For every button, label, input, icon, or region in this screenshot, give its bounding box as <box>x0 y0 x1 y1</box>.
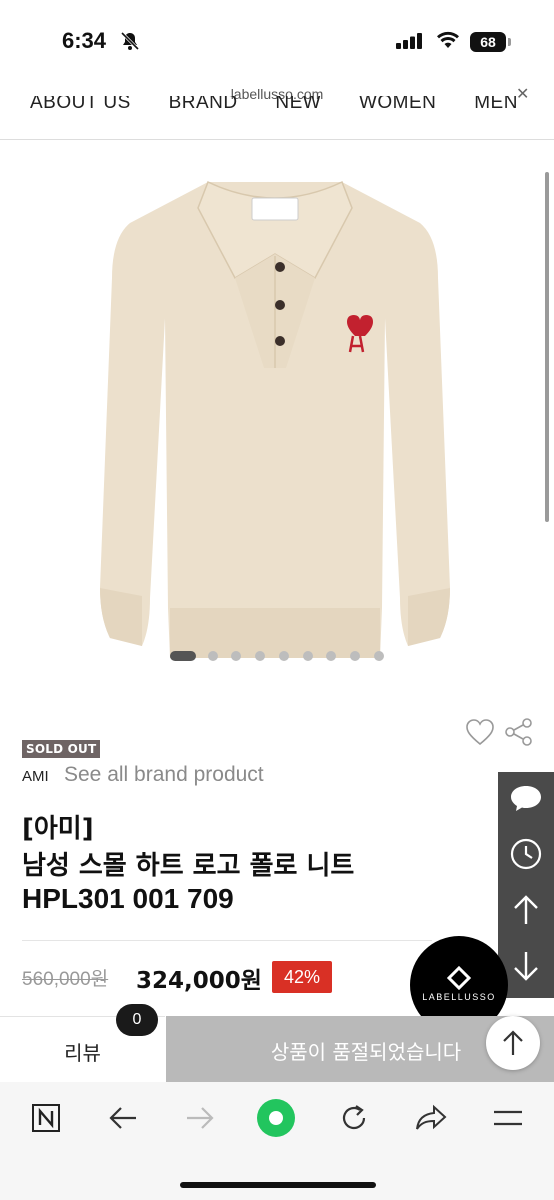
review-count-badge: 0 <box>116 1004 158 1036</box>
nav-divider <box>0 139 554 140</box>
top-nav: ABOUT US BRAND NEW WOMEN MEN K <box>0 96 554 122</box>
product-image[interactable] <box>90 168 460 668</box>
nav-item-men[interactable]: MEN <box>474 96 518 113</box>
info-divider <box>22 940 432 941</box>
status-time: 6:34 <box>62 28 107 53</box>
original-price: 560,000원 <box>22 969 109 990</box>
recent-view-button[interactable] <box>498 828 554 884</box>
gallery-dot-2[interactable] <box>208 651 218 661</box>
gallery-dot-8[interactable] <box>350 651 360 661</box>
product-title-name: 남성 스몰 하트 로고 폴로 니트 <box>22 851 355 881</box>
arrow-right-icon <box>185 1106 215 1134</box>
battery-cap <box>508 38 511 46</box>
review-label: 리뷰 <box>64 1041 101 1065</box>
chat-button[interactable] <box>498 772 554 828</box>
gallery-dot-9[interactable] <box>374 651 384 661</box>
product-title-brand: [아미] <box>22 814 94 844</box>
arrow-up-icon <box>501 1029 525 1061</box>
gallery-dot-6[interactable] <box>303 651 313 661</box>
diamond-logo-icon <box>446 965 472 994</box>
arrow-down-icon <box>511 950 541 986</box>
scroll-top-side-button[interactable] <box>498 884 554 940</box>
nav-item-brand[interactable]: BRAND <box>169 96 238 113</box>
arrow-up-icon <box>511 894 541 930</box>
share-arrow-icon <box>415 1104 447 1136</box>
forward-button[interactable] <box>180 1100 220 1140</box>
page-scrollbar[interactable] <box>545 172 549 522</box>
signal-icon <box>396 33 424 53</box>
sold-out-badge: SOLD OUT <box>22 740 101 758</box>
share-page-button[interactable] <box>411 1100 451 1140</box>
wishlist-heart-icon[interactable] <box>465 718 495 750</box>
chat-bubble-icon <box>509 783 543 817</box>
brand-name: AMI <box>22 768 49 785</box>
green-dot-button[interactable] <box>256 1098 296 1142</box>
wifi-icon <box>436 31 460 53</box>
arrow-left-icon <box>108 1106 138 1134</box>
clock-icon <box>509 837 543 875</box>
menu-button[interactable] <box>488 1100 528 1140</box>
gallery-dot-3[interactable] <box>231 651 241 661</box>
naver-n-icon <box>31 1103 61 1137</box>
gallery-dot-5[interactable] <box>279 651 289 661</box>
logo-text: LABELLUSSO <box>422 992 496 1002</box>
reload-button[interactable] <box>334 1100 374 1140</box>
nav-item-about-us[interactable]: ABOUT US <box>30 96 131 113</box>
naver-home-button[interactable] <box>26 1100 66 1140</box>
brand-products-link[interactable]: See all brand product <box>64 763 264 787</box>
share-icon[interactable] <box>504 718 534 750</box>
scroll-top-button[interactable] <box>486 1016 540 1070</box>
battery-indicator: 68 <box>470 32 506 52</box>
green-circle-icon <box>256 1098 296 1142</box>
gallery-dot-7[interactable] <box>326 651 336 661</box>
home-indicator <box>180 1182 376 1188</box>
reload-icon <box>339 1103 369 1137</box>
bell-muted-icon <box>120 31 140 55</box>
sale-price: 324,000원 <box>136 968 262 994</box>
side-quick-panel <box>498 772 554 998</box>
gallery-dot-4[interactable] <box>255 651 265 661</box>
nav-item-new[interactable]: NEW <box>275 96 321 113</box>
nav-item-women[interactable]: WOMEN <box>359 96 436 113</box>
back-button[interactable] <box>103 1100 143 1140</box>
product-title-code: HPL301 001 709 <box>22 883 234 914</box>
hamburger-menu-icon <box>492 1108 524 1132</box>
gallery-dot-1[interactable] <box>170 651 196 661</box>
discount-badge: 42% <box>272 961 332 993</box>
